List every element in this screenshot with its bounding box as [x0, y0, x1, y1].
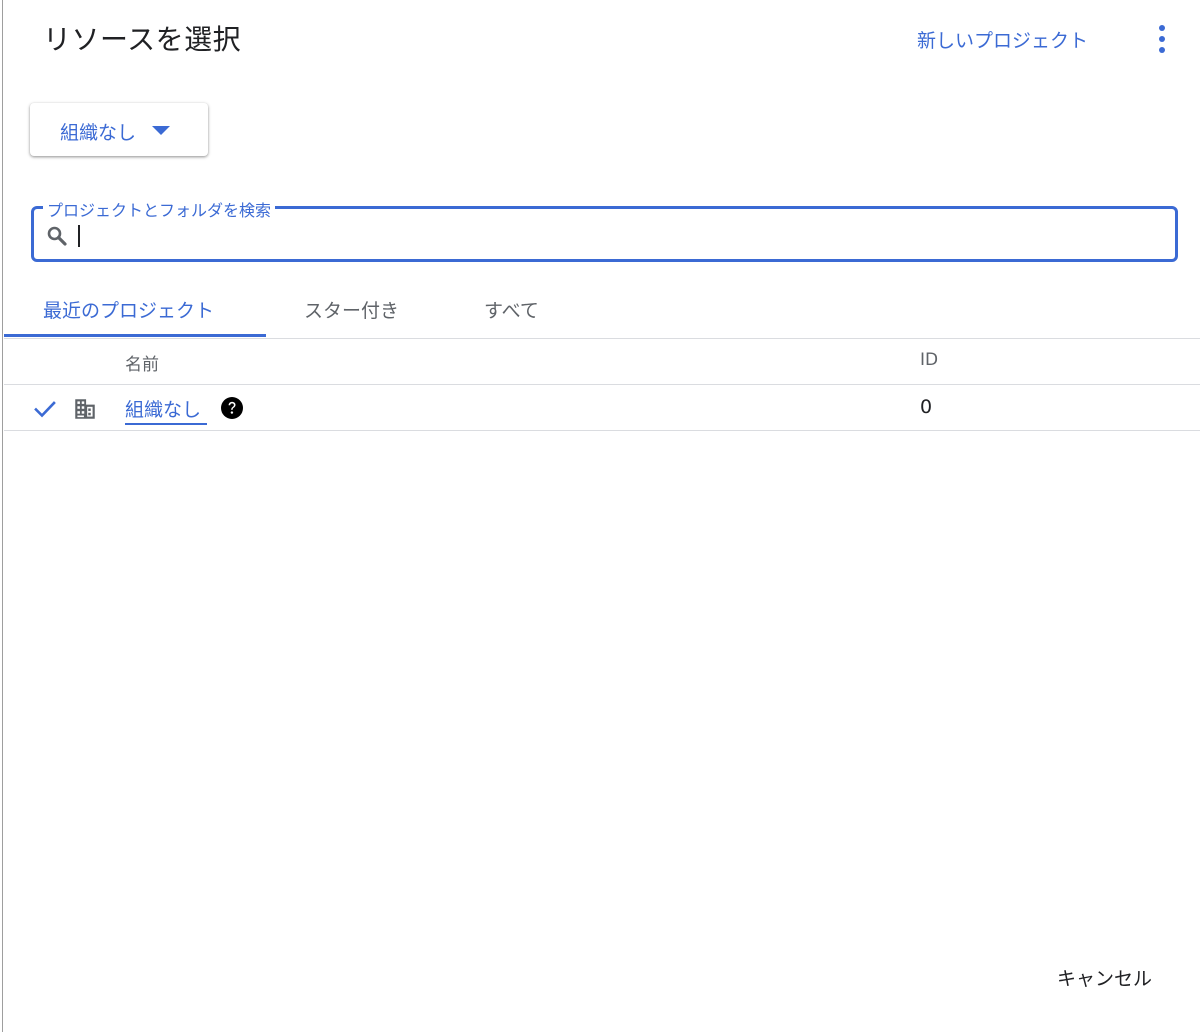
- check-icon: [34, 401, 56, 418]
- search-field-label: プロジェクトとフォルダを検索: [43, 197, 276, 221]
- domain-building-icon: [75, 399, 95, 419]
- more-dot: [1159, 47, 1165, 53]
- text-cursor: [78, 225, 80, 247]
- organization-dropdown[interactable]: 組織なし: [30, 103, 208, 156]
- tab-recent-projects[interactable]: 最近のプロジェクト: [43, 296, 214, 323]
- column-header-id: ID: [920, 350, 939, 370]
- row-id: 0: [920, 396, 933, 418]
- row-divider: [4, 430, 1200, 431]
- row-name-link[interactable]: 組織なし: [125, 395, 208, 425]
- more-dot: [1159, 36, 1165, 42]
- dialog-title: リソースを選択: [43, 23, 242, 56]
- column-header-name: 名前: [125, 355, 159, 375]
- cancel-button[interactable]: キャンセル: [1057, 964, 1152, 991]
- tab-all[interactable]: すべて: [484, 296, 539, 323]
- tabs-divider: [4, 338, 1200, 339]
- more-dot: [1159, 25, 1165, 31]
- arrow-drop-down-icon: [152, 126, 170, 135]
- active-tab-indicator: [4, 334, 266, 337]
- search-input[interactable]: [77, 222, 1159, 250]
- resource-picker-dialog: リソースを選択 新しいプロジェクト 組織なし プロジェクトとフォルダを検索 最近…: [2, 0, 1200, 1032]
- search-icon: [47, 226, 67, 246]
- more-vert-icon[interactable]: [1151, 24, 1173, 54]
- help-icon[interactable]: [220, 396, 244, 420]
- new-project-button[interactable]: 新しいプロジェクト: [917, 26, 1088, 53]
- organization-dropdown-label: 組織なし: [60, 122, 137, 144]
- tab-starred[interactable]: スター付き: [304, 296, 399, 323]
